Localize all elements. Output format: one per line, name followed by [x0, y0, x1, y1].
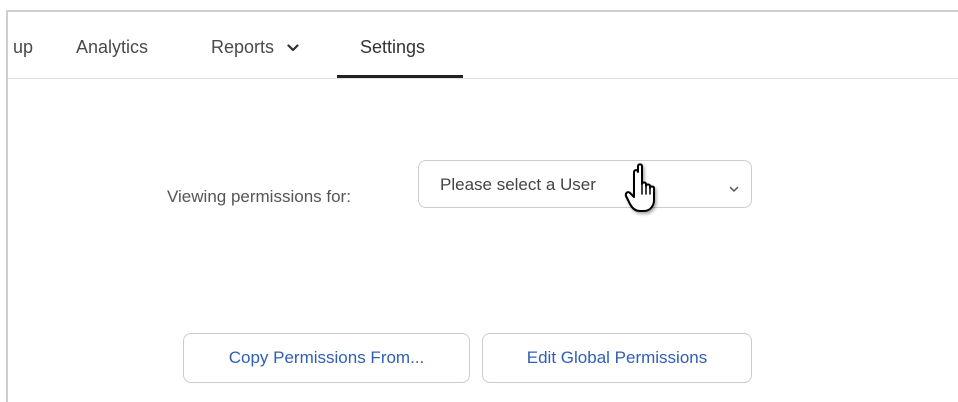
tab-analytics[interactable]: Analytics: [76, 12, 148, 78]
chevron-down-icon: [287, 11, 299, 81]
tab-label: up: [13, 37, 34, 57]
tab-reports[interactable]: Reports: [211, 12, 299, 78]
user-select-value: Please select a User: [440, 175, 596, 194]
tab-label: Settings: [360, 37, 426, 57]
tab-label: Reports: [211, 37, 275, 57]
active-tab-indicator: [337, 75, 463, 78]
chevron-down-icon: [729, 180, 739, 198]
top-nav: up Analytics Reports Settings: [8, 12, 958, 79]
tab-partial[interactable]: up: [13, 12, 33, 78]
edit-global-permissions-button[interactable]: Edit Global Permissions: [482, 333, 752, 383]
tab-label: Analytics: [76, 37, 149, 57]
user-select[interactable]: Please select a User: [418, 160, 752, 208]
tab-settings[interactable]: Settings: [360, 12, 425, 78]
viewing-permissions-label: Viewing permissions for:: [167, 187, 351, 206]
copy-permissions-button[interactable]: Copy Permissions From...: [183, 333, 470, 383]
app-frame: up Analytics Reports Settings Viewing pe…: [6, 10, 958, 402]
